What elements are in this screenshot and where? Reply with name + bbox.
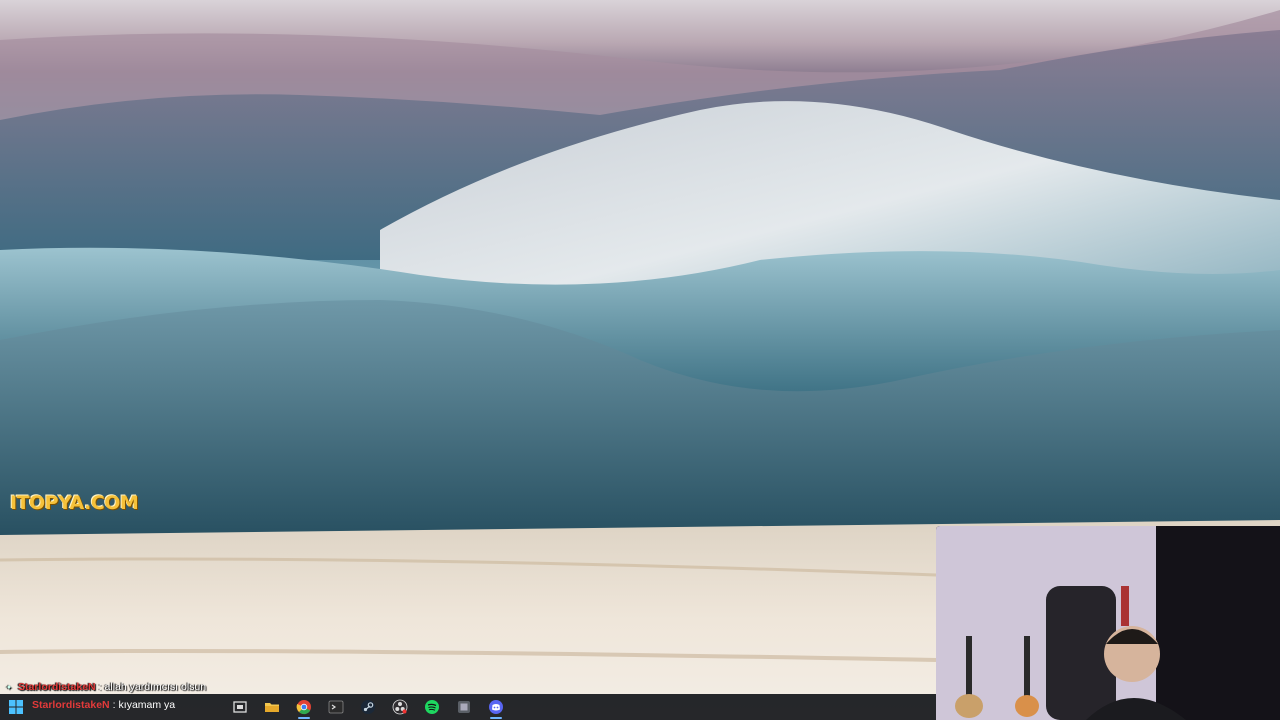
terminal-icon	[328, 700, 344, 714]
spotify-icon	[425, 700, 439, 714]
obs-icon	[392, 699, 408, 715]
terminal-button[interactable]	[320, 694, 352, 720]
chrome-icon	[296, 700, 311, 715]
windows-start-icon	[9, 700, 23, 714]
spotify-button[interactable]	[416, 694, 448, 720]
file-explorer-button[interactable]	[256, 694, 288, 720]
windows-start-button[interactable]	[0, 694, 32, 720]
app-button[interactable]	[448, 694, 480, 720]
file-explorer-icon	[265, 703, 279, 712]
chat-username: StarlordistakeN	[32, 699, 110, 711]
app-icon	[458, 701, 470, 713]
chat-text: allah yardımcısı olsun	[104, 681, 207, 693]
obs-button[interactable]	[384, 694, 416, 720]
steam-button[interactable]	[352, 694, 384, 720]
chat-text: kıyamam ya	[118, 699, 176, 711]
discord-icon	[489, 700, 503, 714]
webcam-overlay	[936, 526, 1280, 720]
chat-separator: :	[98, 681, 102, 693]
task-view-icon	[233, 701, 247, 713]
chrome-button[interactable]	[288, 694, 320, 720]
stream-chat-overlay: ✦ StarlordistakeN : allah yardımcısı ols…	[0, 679, 360, 695]
chat-message: StarlordistakeN : kıyamam ya	[32, 699, 175, 711]
steam-icon	[361, 700, 375, 714]
chat-message: ✦ StarlordistakeN : allah yardımcısı ols…	[0, 679, 360, 695]
taskbar: StarlordistakeN : kıyamam ya	[0, 694, 936, 720]
watermark-logo: ITOPYA.COM	[10, 492, 139, 514]
discord-button[interactable]	[480, 694, 512, 720]
task-view-button[interactable]	[224, 694, 256, 720]
chat-username: StarlordistakeN	[18, 681, 96, 693]
streamer-webcam-feed	[936, 526, 1280, 720]
chat-badge-icon: ✦	[5, 682, 13, 692]
chat-separator: :	[112, 699, 116, 711]
